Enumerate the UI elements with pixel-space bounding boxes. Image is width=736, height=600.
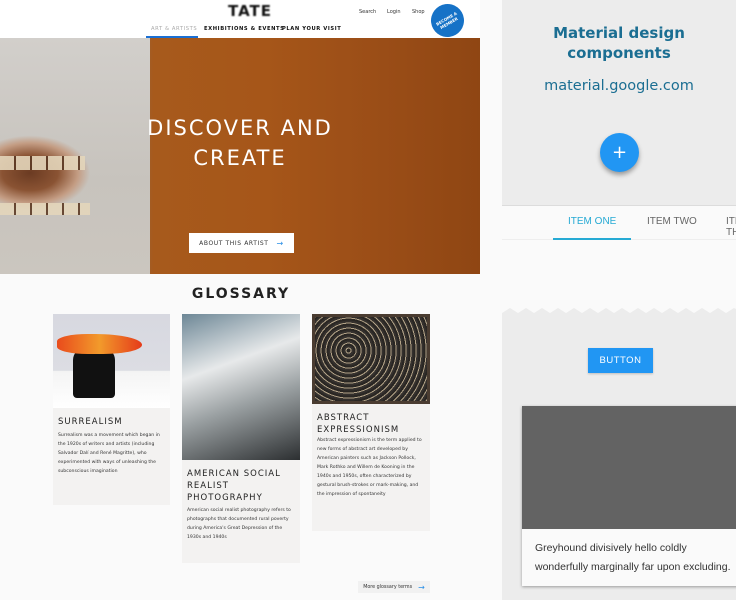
hero-title-line1: DISCOVER AND [147, 116, 333, 140]
arrow-right-icon: → [276, 238, 284, 248]
artwork-detail [0, 156, 85, 170]
about-this-artist-label: ABOUT THIS ARTIST [199, 239, 269, 247]
tab-active-indicator [553, 238, 631, 240]
card-media-placeholder [522, 406, 736, 529]
card-body: American social realist photography refe… [187, 508, 291, 540]
material-url-link[interactable]: material.google.com [502, 78, 736, 94]
tab-item-three[interactable]: ITEM THREE [726, 216, 736, 238]
card-title: SURREALISM [58, 417, 123, 427]
material-title-line1: Material design [553, 24, 685, 42]
search-link[interactable]: Search [359, 9, 376, 15]
material-card: Greyhound divisively hello coldly wonder… [522, 406, 736, 586]
fab-add-button[interactable]: + [600, 133, 639, 172]
tab-item-two[interactable]: ITEM TWO [647, 216, 697, 227]
artwork-detail [0, 203, 90, 215]
card-body: Abstract expressionism is the term appli… [317, 438, 422, 497]
hero-artwork-image [0, 38, 150, 274]
card-body: Surrealism was a movement which began in… [58, 433, 160, 474]
glossary-card-social-realist[interactable]: AMERICAN SOCIAL REALIST PHOTOGRAPHY Amer… [182, 314, 300, 563]
site-header: TATE Search Login Shop BECOME A MEMBER A… [0, 0, 480, 44]
login-link[interactable]: Login [387, 9, 401, 15]
about-this-artist-button[interactable]: ABOUT THIS ARTIST → [189, 233, 294, 253]
card-title: AMERICAN SOCIAL REALIST PHOTOGRAPHY [187, 469, 281, 503]
glossary-title: GLOSSARY [191, 286, 291, 302]
hero-title-line2: CREATE [193, 146, 287, 170]
glossary-card-abstract-expressionism[interactable]: ABSTRACT EXPRESSIONISM Abstract expressi… [312, 314, 430, 531]
screenshot-root: TATE Search Login Shop BECOME A MEMBER A… [0, 0, 736, 600]
hero-title: DISCOVER AND CREATE [140, 113, 340, 173]
more-glossary-terms-button[interactable]: More glossary terms → [358, 581, 430, 593]
lobster-telephone-image [53, 314, 170, 408]
arrow-right-icon: → [418, 582, 425, 592]
more-glossary-label: More glossary terms [363, 584, 413, 590]
image-detail [73, 348, 115, 398]
raised-button[interactable]: BUTTON [588, 348, 653, 373]
nav-art-artists[interactable]: ART & ARTISTS [151, 26, 197, 32]
plus-icon: + [611, 142, 628, 163]
material-title-line2: components [567, 44, 671, 62]
card-supporting-text: Greyhound divisively hello coldly wonder… [535, 542, 731, 573]
tab-item-one[interactable]: ITEM ONE [568, 216, 616, 227]
tabs-container: ITEM ONE ITEM TWO ITEM THREE [502, 205, 736, 315]
nav-exhibitions-events[interactable]: EXHIBITIONS & EVENTS [204, 26, 285, 32]
zigzag-divider [502, 308, 736, 316]
become-member-button[interactable]: BECOME A MEMBER [424, 0, 471, 44]
glossary-card-surrealism[interactable]: SURREALISM Surrealism was a movement whi… [53, 314, 170, 505]
material-title: Material design components [502, 23, 736, 63]
tate-page: TATE Search Login Shop BECOME A MEMBER A… [0, 0, 480, 600]
image-detail [57, 334, 142, 354]
social-realist-photo [182, 314, 300, 460]
shop-link[interactable]: Shop [412, 9, 425, 15]
tate-logo[interactable]: TATE [228, 2, 272, 20]
material-panel: Material design components material.goog… [502, 0, 736, 600]
nav-plan-your-visit[interactable]: PLAN YOUR VISIT [282, 26, 341, 32]
card-title: ABSTRACT EXPRESSIONISM [317, 413, 400, 435]
hero-banner: DISCOVER AND CREATE ABOUT THIS ARTIST → [0, 38, 480, 274]
abstract-painting-image [312, 314, 430, 404]
